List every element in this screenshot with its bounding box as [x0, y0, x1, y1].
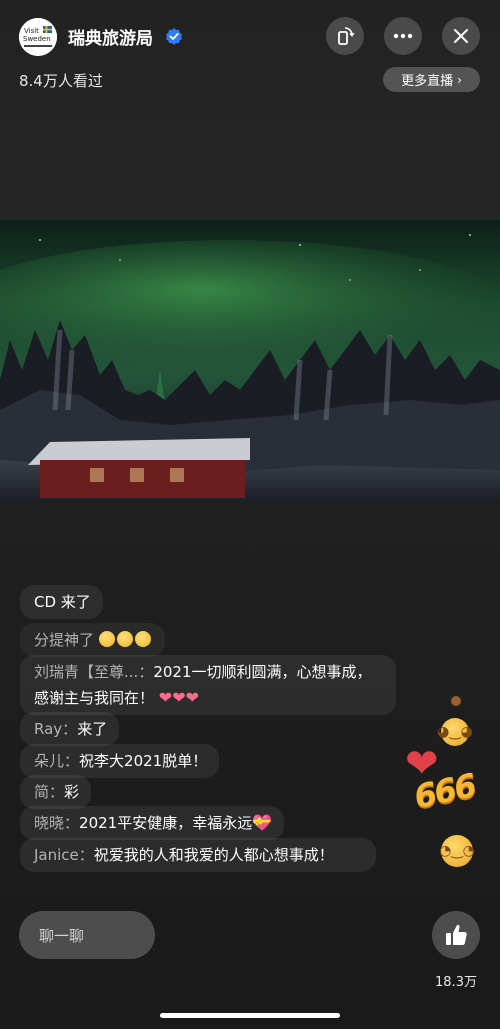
- comment-item[interactable]: 朵儿：祝李大2021脱单！: [20, 744, 220, 778]
- chat-input[interactable]: 聊一聊: [19, 911, 155, 959]
- viewer-count: 8.4万人看过: [19, 72, 103, 90]
- comment-separator: ：: [49, 783, 65, 801]
- close-icon: [454, 29, 468, 43]
- comment-user: 晓晓: [34, 814, 65, 832]
- comment-text: 来了: [77, 720, 108, 738]
- comment-user: Janice: [34, 846, 79, 864]
- heart-emoji-icon: ❤❤❤: [158, 688, 200, 707]
- comment-item[interactable]: 简：彩: [20, 775, 92, 809]
- comment-separator: ：: [64, 752, 80, 770]
- comment-item[interactable]: Ray：来了: [20, 712, 120, 746]
- laugh-emoji-icon: [98, 631, 153, 649]
- screen-rotate-icon: [338, 27, 355, 45]
- like-button[interactable]: [432, 911, 480, 959]
- floating-reaction-dot: [451, 696, 461, 706]
- svg-text:Visit: Visit: [24, 27, 39, 35]
- more-live-label: 更多直播: [401, 74, 454, 89]
- close-button[interactable]: [442, 17, 480, 55]
- comment-text: CD 来了: [34, 593, 91, 611]
- screen-rotate-button[interactable]: [326, 17, 364, 55]
- comment-item[interactable]: 晓晓：2021平安健康，幸福永远💝: [20, 806, 285, 840]
- comment-item[interactable]: 分提神了: [20, 623, 165, 657]
- comment-text: 分提神了: [34, 631, 95, 649]
- comment-text: 彩: [64, 783, 80, 801]
- aurora-scene: [0, 220, 500, 501]
- comment-user: 朵儿: [34, 752, 65, 770]
- more-dots-icon: [393, 33, 413, 39]
- comment-user: 刘瑞青【至尊...: [34, 663, 139, 681]
- like-count: 18.3万: [435, 975, 477, 990]
- floating-emoji-icon: ◔‿◔: [439, 835, 475, 867]
- home-indicator[interactable]: [160, 1013, 340, 1018]
- header: Visit Sweden 瑞典旅游局 8.4万人看过 更多直播 ›: [0, 0, 500, 100]
- heart-gift-emoji-icon: 💝: [252, 813, 273, 832]
- comment-item[interactable]: Janice：祝爱我的人和我爱的人都心想事成！: [20, 838, 376, 872]
- svg-text:Sweden: Sweden: [23, 35, 51, 43]
- live-stream-screen: Visit Sweden 瑞典旅游局 8.4万人看过 更多直播 › CD 来了 …: [0, 0, 500, 1029]
- floating-emoji-icon: ◕‿◕: [437, 718, 473, 746]
- chevron-right-icon: ›: [457, 72, 462, 87]
- comment-separator: ：: [64, 814, 80, 832]
- avatar[interactable]: Visit Sweden: [19, 18, 57, 56]
- comment-text: 祝李大2021脱单！: [79, 752, 208, 770]
- comment-item[interactable]: 刘瑞青【至尊...：2021一切顺利圆满，心想事成，感谢主与我同在！ ❤❤❤: [20, 655, 396, 715]
- comment-separator: ：: [62, 720, 78, 738]
- more-button[interactable]: [384, 17, 422, 55]
- comment-text: 祝爱我的人和我爱的人都心想事成！: [93, 846, 334, 864]
- verified-badge-icon: [166, 28, 182, 45]
- visit-sweden-logo: Visit Sweden: [19, 18, 57, 56]
- comment-item[interactable]: CD 来了: [20, 585, 103, 619]
- account-name[interactable]: 瑞典旅游局: [68, 24, 153, 49]
- comment-separator: ：: [78, 846, 94, 864]
- more-live-button[interactable]: 更多直播 ›: [383, 67, 480, 92]
- comment-user: 简: [34, 783, 50, 801]
- live-video[interactable]: [0, 220, 500, 501]
- thumbs-up-icon: [446, 924, 467, 945]
- comment-text: 2021平安健康，幸福永远: [79, 814, 253, 832]
- comment-separator: ：: [138, 663, 154, 681]
- comment-user: Ray: [34, 720, 63, 738]
